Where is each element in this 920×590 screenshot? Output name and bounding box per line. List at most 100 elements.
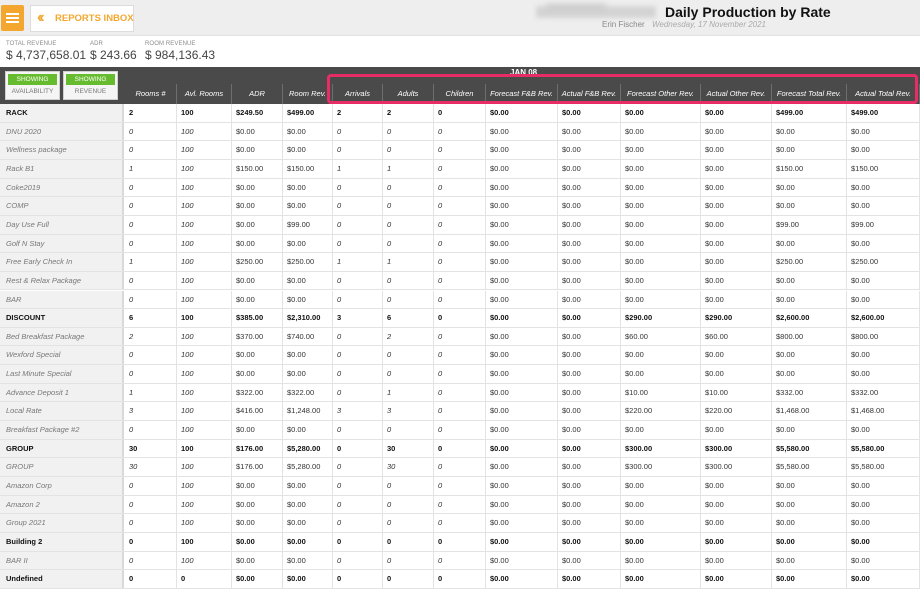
- table-cell: $10.00: [701, 383, 772, 402]
- group-row[interactable]: GROUP 30 100 $176.00 $5,280.00 0 30 0 $0.00 $0.00…: [0, 439, 920, 459]
- column-header[interactable]: Forecast Other Rev.: [621, 84, 701, 104]
- table-row[interactable]: Coke2019 0 100 $0.00 $0.00 0 0 0 $0.00 $0.00 $0.00…: [0, 178, 920, 198]
- table-cell: $0.00: [621, 290, 701, 309]
- toggle-revenue[interactable]: SHOWING REVENUE: [63, 71, 118, 100]
- rate-name: Last Minute Special: [0, 365, 124, 383]
- table-cell: 0: [383, 421, 434, 439]
- table-row[interactable]: Free Early Check In 1 100 $250.00 $250.00 1 1 0…: [0, 253, 920, 272]
- table-cell: $150.00: [283, 159, 333, 178]
- table-cell: $332.00: [772, 383, 847, 402]
- rate-name: BAR: [0, 290, 124, 309]
- table-row[interactable]: Rack B1 1 100 $150.00 $150.00 1 1 0 $0.00 $0.00 $0…: [0, 159, 920, 179]
- table-cell: 0: [125, 178, 177, 197]
- table-row[interactable]: Wexford Special 0 100 $0.00 $0.00 0 0 0 $0.00 $0.…: [0, 346, 920, 366]
- table-row[interactable]: Local Rate 3 100 $416.00 $1,248.00 3 3 0 $0.00 $0…: [0, 402, 920, 422]
- column-header[interactable]: Children: [434, 84, 486, 104]
- table-cell: $0.00: [701, 532, 772, 551]
- table-row[interactable]: Breakfast Package #2 0 100 $0.00 $0.00 0 0 0 $0.…: [0, 421, 920, 440]
- table-cell: 0: [125, 346, 177, 365]
- column-header[interactable]: Rooms #: [125, 84, 177, 104]
- table-cell: 0: [125, 477, 177, 495]
- table-cell: 0: [125, 141, 177, 159]
- table-cell: $150.00: [847, 159, 920, 178]
- table-row[interactable]: Group 2021 0 100 $0.00 $0.00 0 0 0 $0.00 $0.00 $0.…: [0, 514, 920, 533]
- table-cell: $0.00: [283, 551, 333, 570]
- table-cell: $150.00: [232, 159, 283, 178]
- table-cell: 30: [383, 439, 434, 458]
- group-row[interactable]: Building 2 0 100 $0.00 $0.00 0 0 0 $0.00 $0.00 $0.…: [0, 532, 920, 552]
- table-cell: $0.00: [772, 122, 847, 141]
- table-cell: $290.00: [621, 309, 701, 327]
- table-cell: $416.00: [232, 402, 283, 421]
- table-row[interactable]: Wellness package 0 100 $0.00 $0.00 0 0 0 $0.00 $0…: [0, 141, 920, 160]
- table-row[interactable]: Amazon 2 0 100 $0.00 $0.00 0 0 0 $0.00 $0.00 $0.00…: [0, 495, 920, 515]
- table-cell: $0.00: [558, 346, 621, 365]
- column-header[interactable]: Avl. Rooms: [177, 84, 232, 104]
- double-chevron-left-icon: ‹‹: [37, 9, 44, 26]
- rate-name: Rack B1: [0, 159, 124, 178]
- table-cell: $249.50: [232, 104, 283, 122]
- column-header[interactable]: ADR: [232, 84, 283, 104]
- column-header[interactable]: Forecast Total Rev.: [772, 84, 847, 104]
- rate-name: Wellness package: [0, 141, 124, 159]
- table-cell: 0: [434, 383, 486, 402]
- table-cell: $322.00: [232, 383, 283, 402]
- table-row[interactable]: Day Use Full 0 100 $0.00 $99.00 0 0 0 $0.00 $0.00…: [0, 215, 920, 235]
- column-header[interactable]: Forecast F&B Rev.: [486, 84, 558, 104]
- table-row[interactable]: BAR 0 100 $0.00 $0.00 0 0 0 $0.00 $0.00 $0.00 $0.00…: [0, 290, 920, 310]
- table-cell: 0: [125, 570, 177, 588]
- rate-name: GROUP: [0, 439, 124, 458]
- reports-inbox-button[interactable]: ‹‹ REPORTS INBOX: [30, 5, 134, 32]
- table-cell: 0: [434, 290, 486, 309]
- table-cell: $0.00: [621, 253, 701, 271]
- table-cell: $800.00: [772, 327, 847, 346]
- table-row[interactable]: COMP 0 100 $0.00 $0.00 0 0 0 $0.00 $0.00 $0.00 $0.0…: [0, 197, 920, 216]
- rate-name: COMP: [0, 197, 124, 215]
- showing-tag: SHOWING: [66, 74, 115, 85]
- blurred-hotel-name-shadow: [546, 3, 606, 11]
- table-cell: 0: [383, 514, 434, 532]
- table-row[interactable]: DNU 2020 0 100 $0.00 $0.00 0 0 0 $0.00 $0.00 $0.00…: [0, 122, 920, 142]
- table-cell: 0: [383, 532, 434, 551]
- table-cell: $0.00: [558, 271, 621, 290]
- column-header[interactable]: Room Rev.: [283, 84, 333, 104]
- table-row[interactable]: Bed Breakfast Package 2 100 $370.00 $740.00 0…: [0, 327, 920, 347]
- column-header[interactable]: Actual Total Rev.: [847, 84, 920, 104]
- column-header[interactable]: Adults: [383, 84, 434, 104]
- table-cell: $220.00: [701, 402, 772, 421]
- table-cell: $0.00: [558, 141, 621, 159]
- table-cell: $250.00: [847, 253, 920, 271]
- column-header[interactable]: Actual F&B Rev.: [558, 84, 621, 104]
- table-cell: 2: [383, 104, 434, 122]
- table-cell: $0.00: [486, 477, 558, 495]
- rate-name: Golf N Stay: [0, 234, 124, 253]
- table-cell: $300.00: [621, 458, 701, 476]
- table-cell: $0.00: [847, 421, 920, 439]
- table-row[interactable]: Rest & Relax Package 0 100 $0.00 $0.00 0 0 0 $0.…: [0, 271, 920, 291]
- table-row[interactable]: Golf N Stay 0 100 $0.00 $0.00 0 0 0 $0.00 $0.00 $0…: [0, 234, 920, 254]
- table-row[interactable]: BAR II 0 100 $0.00 $0.00 0 0 0 $0.00 $0.00 $0.00 $0…: [0, 551, 920, 571]
- column-header[interactable]: Actual Other Rev.: [701, 84, 772, 104]
- group-row[interactable]: RACK 2 100 $249.50 $499.00 2 2 0 $0.00 $0.00 $0.00…: [0, 104, 920, 123]
- table-cell: 100: [177, 253, 232, 271]
- table-row[interactable]: Last Minute Special 0 100 $0.00 $0.00 0 0 0 $0.0…: [0, 365, 920, 384]
- column-header[interactable]: Arrivals: [333, 84, 383, 104]
- table-row[interactable]: Advance Deposit 1 1 100 $322.00 $322.00 0 1 0 $0…: [0, 383, 920, 403]
- table-cell: 0: [333, 570, 383, 588]
- table-cell: 0: [434, 402, 486, 421]
- table-row[interactable]: Amazon Corp 0 100 $0.00 $0.00 0 0 0 $0.00 $0.00 $0…: [0, 477, 920, 496]
- table-cell: 100: [177, 290, 232, 309]
- table-cell: $99.00: [283, 215, 333, 234]
- group-row[interactable]: Undefined 0 0 $0.00 $0.00 0 0 0 $0.00 $0.00 $0.00 $…: [0, 570, 920, 589]
- table-row[interactable]: GROUP 30 100 $176.00 $5,280.00 0 30 0 $0.00 $0.00…: [0, 458, 920, 477]
- table-cell: $0.00: [232, 141, 283, 159]
- stat-label: TOTAL REVENUE: [6, 41, 57, 47]
- table-cell: 100: [177, 234, 232, 253]
- table-cell: $0.00: [847, 290, 920, 309]
- table-cell: $0.00: [558, 514, 621, 532]
- table-cell: 1: [383, 383, 434, 402]
- hamburger-icon[interactable]: [1, 5, 24, 31]
- toggle-availability[interactable]: SHOWING AVAILABILITY: [5, 71, 60, 100]
- table-cell: $5,280.00: [283, 439, 333, 458]
- group-row[interactable]: DISCOUNT 6 100 $385.00 $2,310.00 3 6 0 $0.00 $0.0…: [0, 309, 920, 328]
